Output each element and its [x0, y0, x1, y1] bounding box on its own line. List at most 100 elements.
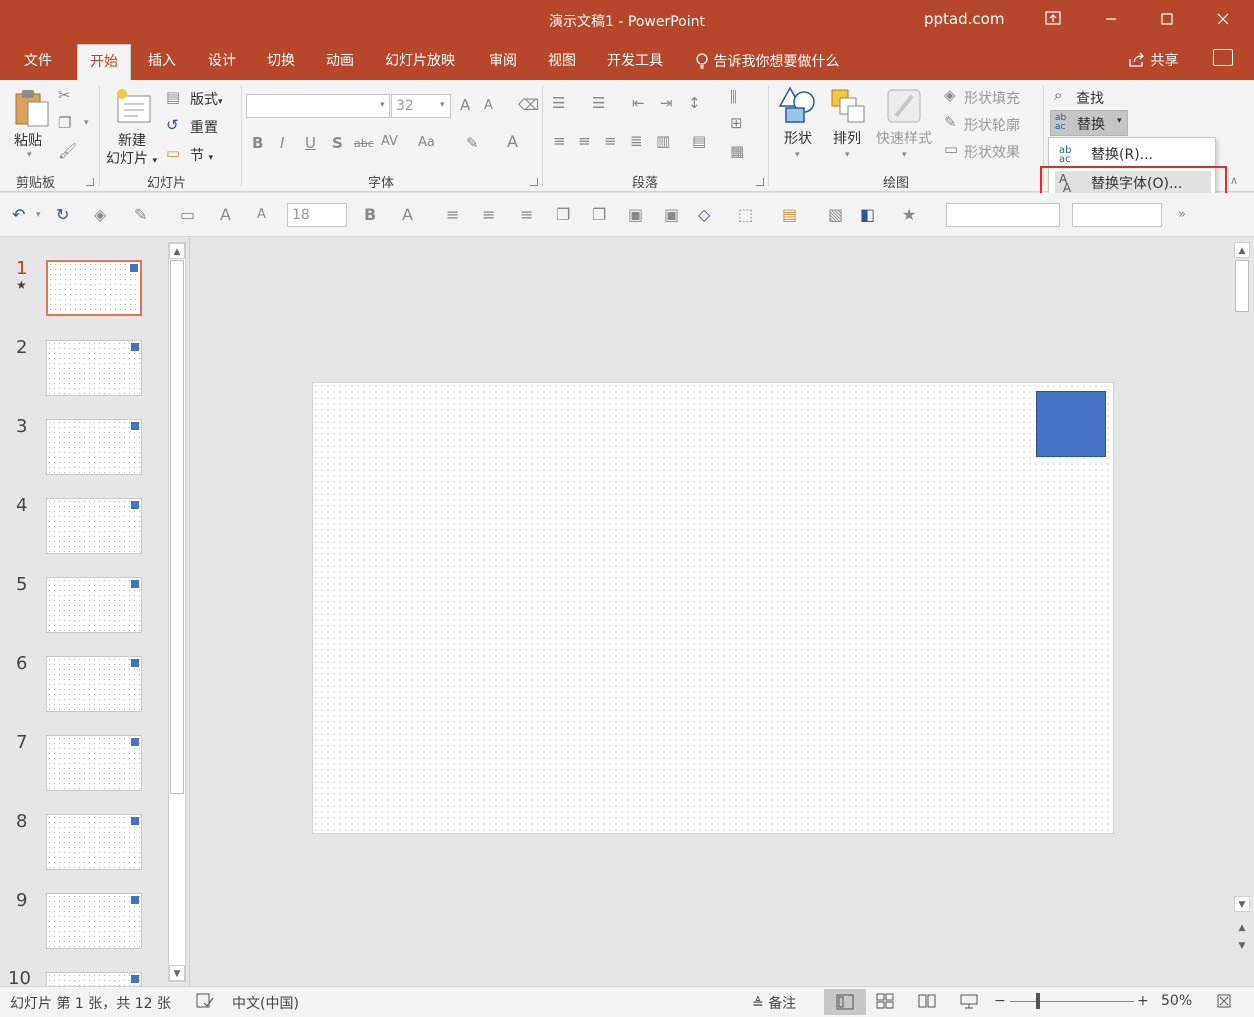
- thumbnails-scroll-thumb[interactable]: [170, 260, 184, 794]
- main-scroll-down-icon[interactable]: ▼: [1234, 896, 1250, 912]
- zoom-slider-thumb[interactable]: [1035, 993, 1040, 1009]
- collapse-ribbon-icon[interactable]: ∧: [1230, 174, 1238, 187]
- scroll-up-icon[interactable]: ▲: [169, 243, 185, 259]
- qat-send-backward-icon[interactable]: ❐: [592, 205, 606, 224]
- tab-review[interactable]: 审阅: [489, 50, 517, 70]
- change-case-button[interactable]: Aa: [418, 135, 435, 150]
- grow-font-icon[interactable]: A: [460, 96, 470, 114]
- tab-view[interactable]: 视图: [548, 50, 576, 70]
- shapes-dropdown-icon[interactable]: ▾: [795, 150, 800, 160]
- justify-icon[interactable]: ≣: [630, 132, 643, 150]
- font-size-dropdown-icon[interactable]: ▾: [440, 100, 445, 110]
- arrange-dropdown-icon[interactable]: ▾: [845, 150, 850, 160]
- spelling-check-icon[interactable]: [196, 993, 214, 1013]
- align-left-icon[interactable]: ≡: [553, 132, 566, 150]
- maximize-button[interactable]: [1152, 6, 1182, 34]
- normal-view-button[interactable]: [824, 989, 866, 1015]
- text-direction-icon[interactable]: ⫼: [730, 88, 737, 106]
- paste-dropdown-icon[interactable]: ▾: [27, 150, 32, 160]
- qat-font-color-button[interactable]: A: [402, 205, 413, 224]
- paragraph-launcher-icon[interactable]: [756, 178, 764, 186]
- zoom-slider[interactable]: [1010, 1001, 1134, 1002]
- shrink-font-icon[interactable]: A: [484, 98, 493, 113]
- paste-button[interactable]: 粘贴: [14, 130, 42, 150]
- qat-ungroup-icon[interactable]: ▣: [664, 205, 679, 224]
- tab-home[interactable]: 开始: [77, 44, 131, 80]
- clear-formatting-icon[interactable]: ⌫: [518, 96, 539, 114]
- highlight-icon[interactable]: ✎: [466, 134, 479, 152]
- notes-button[interactable]: ≜ 备注: [752, 993, 796, 1013]
- zoom-level[interactable]: 50%: [1161, 993, 1192, 1009]
- qat-bold-button[interactable]: B: [364, 205, 376, 224]
- shapes-button[interactable]: 形状: [784, 128, 812, 148]
- grow-icon[interactable]: A: [220, 205, 231, 224]
- slide-canvas[interactable]: [312, 382, 1114, 834]
- find-button[interactable]: 查找: [1076, 88, 1104, 108]
- qat-more-icon[interactable]: »: [1178, 207, 1186, 222]
- font-name-combo[interactable]: [246, 94, 390, 118]
- qat-group-icon[interactable]: ▣: [628, 205, 643, 224]
- new-slide-icon[interactable]: [114, 88, 154, 128]
- zoom-in-icon[interactable]: +: [1137, 993, 1149, 1009]
- quick-styles-button[interactable]: 快速样式: [876, 128, 932, 148]
- bold-button[interactable]: B: [252, 134, 263, 152]
- previous-slide-icon[interactable]: ▲: [1234, 920, 1250, 936]
- slide-thumbnail[interactable]: [46, 260, 142, 316]
- minimize-button[interactable]: [1096, 6, 1126, 34]
- qat-layout-icon[interactable]: ◧: [860, 205, 875, 224]
- font-launcher-icon[interactable]: [530, 178, 538, 186]
- fit-to-window-icon[interactable]: [1216, 993, 1232, 1013]
- fill-bucket-icon[interactable]: ◈: [94, 205, 106, 224]
- pen-icon[interactable]: ✎: [134, 205, 147, 224]
- account-name[interactable]: pptad.com: [924, 10, 1004, 28]
- shapes-icon[interactable]: [778, 86, 818, 130]
- main-scroll-up-icon[interactable]: ▲: [1234, 242, 1250, 258]
- qat-font-name-combo[interactable]: [946, 203, 1060, 227]
- replace-menu-item[interactable]: ab ac 替换(R)...: [1055, 142, 1211, 168]
- replace-button[interactable]: ab ac 替换 ▾: [1050, 110, 1128, 136]
- italic-button[interactable]: I: [280, 134, 284, 152]
- main-scrollbar[interactable]: [1232, 240, 1252, 984]
- tab-developer[interactable]: 开发工具: [607, 50, 663, 70]
- new-slide-label[interactable]: 新建: [118, 130, 146, 150]
- comment-icon[interactable]: [1213, 49, 1233, 66]
- reading-view-icon[interactable]: [918, 993, 936, 1013]
- tab-animations[interactable]: 动画: [326, 50, 354, 70]
- zoom-out-icon[interactable]: −: [994, 993, 1006, 1009]
- slide-thumbnail[interactable]: [46, 656, 142, 712]
- close-button[interactable]: [1208, 6, 1238, 34]
- undo-dropdown-icon[interactable]: ▾: [36, 210, 41, 220]
- qat-spinner-combo[interactable]: [1072, 203, 1162, 227]
- undo-icon[interactable]: ↶: [12, 205, 25, 224]
- paste-icon[interactable]: [14, 88, 50, 132]
- slide-thumbnail[interactable]: [46, 972, 142, 986]
- slideshow-view-icon[interactable]: [960, 993, 978, 1013]
- cut-icon[interactable]: ✂: [58, 86, 71, 104]
- smartart-icon[interactable]: ▦: [730, 142, 744, 160]
- slide-thumbnail[interactable]: [46, 735, 142, 791]
- quick-styles-icon[interactable]: [886, 88, 922, 128]
- qat-star-icon[interactable]: ★: [902, 205, 916, 224]
- numbering-icon[interactable]: ☰: [592, 94, 605, 112]
- qat-format-icon[interactable]: ▧: [828, 205, 843, 224]
- section-button[interactable]: 节 ▾: [190, 145, 213, 165]
- slide-thumbnail[interactable]: [46, 814, 142, 870]
- tab-design[interactable]: 设计: [208, 50, 236, 70]
- qat-align-center-icon[interactable]: ≡: [482, 205, 495, 224]
- qat-align-left-icon[interactable]: ≡: [446, 205, 459, 224]
- tab-insert[interactable]: 插入: [148, 50, 176, 70]
- shape-fill-button[interactable]: 形状填充: [964, 88, 1020, 108]
- tab-file[interactable]: 文件: [24, 50, 52, 70]
- qat-font-size-combo[interactable]: 18: [287, 203, 347, 227]
- bullets-icon[interactable]: ☰: [552, 94, 565, 112]
- tab-slideshow[interactable]: 幻灯片放映: [385, 50, 455, 70]
- align-right-icon[interactable]: ≡: [604, 132, 617, 150]
- ribbon-display-options-icon[interactable]: [1038, 6, 1068, 34]
- arrange-button[interactable]: 排列: [833, 128, 861, 148]
- shrink-icon[interactable]: A: [257, 207, 266, 222]
- slide-thumbnail[interactable]: [46, 893, 142, 949]
- qat-select-icon[interactable]: ⬚: [738, 205, 753, 224]
- new-slide-button[interactable]: 幻灯片 ▾: [106, 148, 157, 168]
- slide-thumbnail[interactable]: [46, 498, 142, 554]
- slide-thumbnail[interactable]: [46, 419, 142, 475]
